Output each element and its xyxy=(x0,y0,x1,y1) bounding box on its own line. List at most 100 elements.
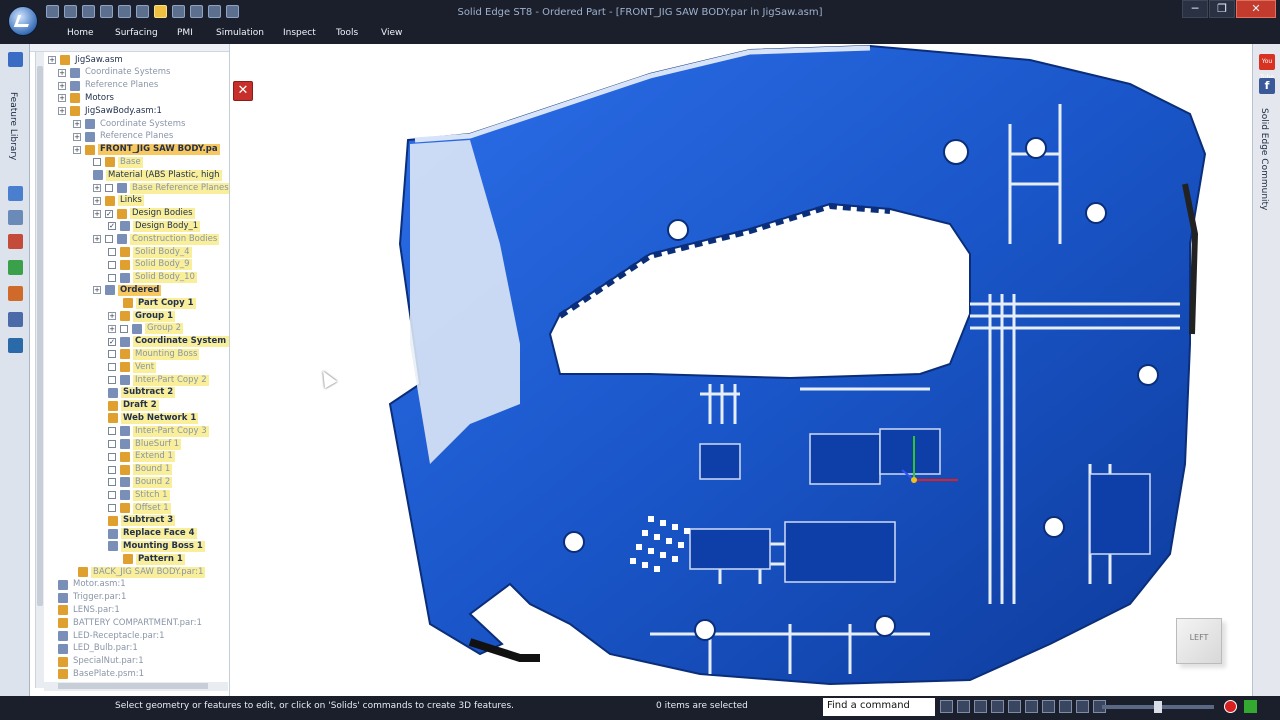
visibility-checkbox[interactable] xyxy=(108,504,116,512)
tree-node[interactable]: + Reference Planes xyxy=(58,80,160,92)
pathfinder-vertical-scrollbar[interactable] xyxy=(35,52,44,688)
expand-toggle[interactable]: + xyxy=(58,68,66,77)
tree-node[interactable]: Offset 1 xyxy=(108,502,171,514)
tree-node[interactable]: BlueSurf 1 xyxy=(108,438,182,450)
selection-manager-icon[interactable] xyxy=(8,286,23,301)
expand-toggle[interactable]: + xyxy=(93,184,101,192)
tree-node[interactable]: BACK_JIG SAW BODY.par:1 xyxy=(78,566,206,578)
display-style-icon[interactable] xyxy=(1042,700,1055,713)
tree-node[interactable]: + Group 2 xyxy=(108,323,183,335)
expand-toggle[interactable]: + xyxy=(108,324,116,333)
visibility-checkbox[interactable] xyxy=(108,465,116,474)
expand-toggle[interactable]: + xyxy=(93,286,101,295)
tree-node[interactable]: + Motors xyxy=(58,92,116,104)
visibility-checkbox[interactable] xyxy=(108,491,116,500)
visibility-checkbox[interactable] xyxy=(108,452,116,461)
visibility-checkbox[interactable] xyxy=(108,427,116,436)
expand-toggle[interactable]: + xyxy=(58,107,66,116)
upload-icon[interactable] xyxy=(1244,700,1257,713)
tree-node[interactable]: Inter-Part Copy 2 xyxy=(108,374,209,386)
families-icon[interactable] xyxy=(8,210,23,225)
tree-node[interactable]: + Coordinate Systems xyxy=(58,67,172,79)
tree-node[interactable]: + Coordinate Systems xyxy=(73,118,187,130)
tree-node[interactable]: Motor.asm:1 xyxy=(58,579,128,591)
close-pathfinder-icon[interactable]: ✕ xyxy=(233,81,253,101)
solid-edge-community-tab[interactable]: Solid Edge Community xyxy=(1259,108,1269,210)
tree-node[interactable]: Replace Face 4 xyxy=(108,528,197,540)
expand-toggle[interactable]: + xyxy=(93,209,101,218)
tree-node[interactable]: Inter-Part Copy 3 xyxy=(108,425,209,437)
groups-icon[interactable] xyxy=(8,312,23,327)
visibility-checkbox[interactable]: ✓ xyxy=(108,222,116,231)
visibility-checkbox[interactable]: ✓ xyxy=(108,337,116,346)
zoom-area-icon[interactable] xyxy=(940,700,953,713)
tree-node[interactable]: ✓ Coordinate System 2 xyxy=(108,336,229,348)
tab-home[interactable]: Home xyxy=(67,28,94,38)
tree-node[interactable]: + Reference Planes xyxy=(73,131,175,143)
visibility-checkbox[interactable]: ✓ xyxy=(105,209,113,218)
graphics-viewport[interactable]: LEFT xyxy=(230,44,1252,696)
tab-tools[interactable]: Tools xyxy=(336,28,358,38)
tree-node[interactable]: BasePlate.psm:1 xyxy=(58,668,146,680)
rotate-icon[interactable] xyxy=(1008,700,1021,713)
expand-toggle[interactable]: + xyxy=(93,196,101,205)
tree-node[interactable]: Trigger.par:1 xyxy=(58,592,128,604)
scroll-thumb[interactable] xyxy=(58,683,208,689)
tree-node[interactable]: Pattern 1 xyxy=(123,553,185,565)
tree-node[interactable]: + Construction Bodies xyxy=(93,233,220,245)
tree-node[interactable]: Bound 2 xyxy=(108,476,173,488)
visibility-checkbox[interactable] xyxy=(108,260,116,269)
tree-node[interactable]: Mounting Boss xyxy=(108,348,200,360)
visibility-checkbox[interactable] xyxy=(105,235,113,244)
expand-toggle[interactable]: + xyxy=(108,312,116,320)
visibility-checkbox[interactable] xyxy=(108,273,116,282)
tree-node[interactable]: Base xyxy=(93,156,143,168)
visibility-checkbox[interactable] xyxy=(93,158,101,167)
tree-node[interactable]: + JigSawBody.asm:1 xyxy=(58,105,164,117)
tab-surfacing[interactable]: Surfacing xyxy=(115,28,158,38)
expand-toggle[interactable]: + xyxy=(73,120,81,128)
tree-node[interactable]: Subtract 3 xyxy=(108,515,176,527)
fit-icon[interactable] xyxy=(974,700,987,713)
tree-node[interactable]: LED-Receptacle.par:1 xyxy=(58,630,167,642)
expand-toggle[interactable]: + xyxy=(58,81,66,90)
pathfinder-tab-icon[interactable] xyxy=(8,52,23,67)
restore-button[interactable]: ❐ xyxy=(1209,0,1235,18)
tree-node[interactable]: Vent xyxy=(108,361,157,373)
feature-library-tab[interactable]: Feature Library xyxy=(8,92,18,160)
tree-node[interactable]: SpecialNut.par:1 xyxy=(58,656,146,668)
zoom-icon[interactable] xyxy=(957,700,970,713)
visibility-checkbox[interactable] xyxy=(108,376,116,384)
tree-node[interactable]: Stitch 1 xyxy=(108,489,170,501)
tree-node[interactable]: + JigSaw.asm xyxy=(48,54,125,66)
tree-node[interactable]: + Ordered xyxy=(93,284,162,296)
expand-toggle[interactable]: + xyxy=(93,235,101,244)
tree-node[interactable]: Mounting Boss 1 xyxy=(108,540,205,552)
tree-node[interactable]: Solid Body_4 xyxy=(108,246,192,258)
visibility-checkbox[interactable] xyxy=(108,248,116,256)
tree-node[interactable]: + FRONT_JIG SAW BODY.pa xyxy=(73,144,220,156)
tree-node[interactable]: Draft 2 xyxy=(108,400,159,412)
visibility-checkbox[interactable] xyxy=(105,184,113,192)
record-icon[interactable] xyxy=(1224,700,1237,713)
tab-pmi[interactable]: PMI xyxy=(177,28,193,38)
zoom-slider-knob[interactable] xyxy=(1154,701,1162,713)
expand-toggle[interactable]: + xyxy=(73,145,81,154)
tab-view[interactable]: View xyxy=(381,28,402,38)
pan-icon[interactable] xyxy=(991,700,1004,713)
variables-icon[interactable] xyxy=(8,338,23,353)
tree-node[interactable]: Extend 1 xyxy=(108,451,175,463)
tree-node[interactable]: Material (ABS Plastic, high xyxy=(93,169,222,181)
tab-simulation[interactable]: Simulation xyxy=(216,28,264,38)
layers-icon[interactable] xyxy=(8,186,23,201)
tree-node[interactable]: Part Copy 1 xyxy=(123,297,196,309)
zoom-slider[interactable] xyxy=(1102,701,1214,713)
expand-toggle[interactable]: + xyxy=(73,132,81,141)
visibility-checkbox[interactable] xyxy=(108,440,116,448)
tree-node[interactable]: Bound 1 xyxy=(108,464,173,476)
find-command-input[interactable]: Find a command xyxy=(823,698,935,716)
tree-node[interactable]: LENS.par:1 xyxy=(58,604,122,616)
tree-node[interactable]: Web Network 1 xyxy=(108,412,199,424)
visibility-checkbox[interactable] xyxy=(108,363,116,372)
view-cube[interactable]: LEFT xyxy=(1176,618,1222,664)
